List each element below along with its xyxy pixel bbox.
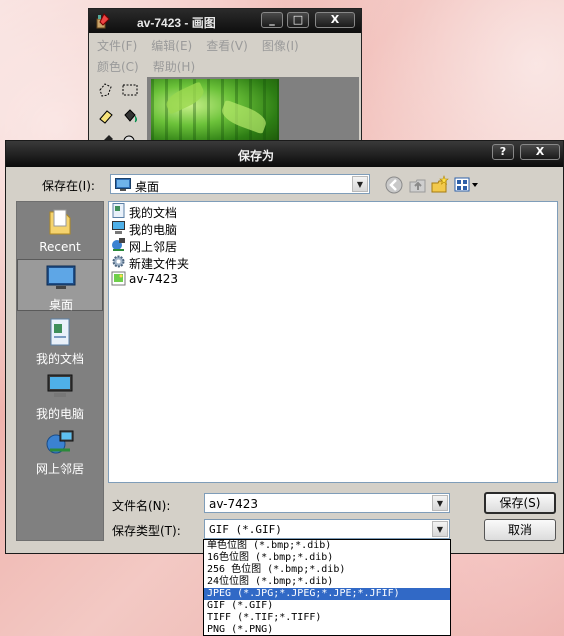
fill-bucket-icon[interactable]	[121, 107, 139, 125]
menu-view[interactable]: 查看(V)	[206, 37, 248, 54]
view-menu-icon[interactable]	[454, 175, 480, 195]
image-file-icon	[111, 271, 126, 286]
help-button[interactable]: ?	[492, 144, 514, 160]
free-select-icon[interactable]	[97, 81, 115, 99]
filetype-option-highlighted[interactable]: JPEG (*.JPG;*.JPEG;*.JPE;*.JFIF)	[204, 588, 450, 600]
filetype-select[interactable]: GIF (*.GIF) ▼	[204, 519, 450, 539]
save-in-label: 保存在(I):	[42, 179, 95, 193]
menu-colors[interactable]: 颜色(C)	[97, 58, 139, 75]
file-name: 我的电脑	[129, 223, 178, 237]
save-in-combo[interactable]: 桌面 ▼	[110, 174, 370, 194]
up-folder-icon[interactable]	[408, 175, 428, 195]
filetype-value: GIF (*.GIF)	[209, 523, 282, 536]
dialog-title: 保存为	[237, 149, 274, 163]
place-label: 桌面	[48, 298, 73, 312]
place-network[interactable]: 网上邻居	[17, 424, 103, 476]
filetype-option[interactable]: 24位位图 (*.bmp;*.dib)	[204, 576, 450, 588]
cancel-button[interactable]: 取消	[484, 519, 556, 541]
desktop-icon	[46, 265, 76, 289]
chevron-down-icon[interactable]: ▼	[432, 521, 448, 537]
filetype-option[interactable]: 单色位图 (*.bmp;*.dib)	[204, 540, 450, 552]
recent-folder-icon	[49, 209, 71, 235]
filetype-option[interactable]: TIFF (*.TIF;*.TIFF)	[204, 612, 450, 624]
new-folder-icon[interactable]	[430, 175, 450, 195]
filetype-option[interactable]: GIF (*.GIF)	[204, 600, 450, 612]
canvas-leaf-shape	[163, 81, 207, 115]
dialog-title-bar[interactable]: 保存为 ? X	[6, 141, 563, 167]
filetype-option[interactable]: 256 色位图 (*.bmp;*.dib)	[204, 564, 450, 576]
paint-window-title: av-7423 - 画图	[137, 16, 216, 30]
menu-file[interactable]: 文件(F)	[97, 37, 137, 54]
menu-help[interactable]: 帮助(H)	[153, 58, 195, 75]
close-button[interactable]: X	[315, 12, 355, 28]
paint-menu-bar: 文件(F) 编辑(E) 查看(V) 图像(I) 颜色(C) 帮助(H)	[97, 37, 357, 79]
menu-edit[interactable]: 编辑(E)	[151, 37, 192, 54]
filename-label: 文件名(N):	[112, 499, 171, 513]
desktop-icon	[115, 178, 131, 191]
places-bar: Recent 桌面 我的文档 我的电脑 网上邻居	[16, 201, 104, 541]
save-in-value: 桌面	[135, 180, 160, 194]
paint-canvas-area[interactable]	[147, 77, 359, 147]
rect-select-icon[interactable]	[121, 81, 139, 99]
canvas-image[interactable]	[151, 79, 279, 145]
paint-window: av-7423 - 画图 _ □ X 文件(F) 编辑(E) 查看(V) 图像(I) 颜…	[88, 8, 362, 148]
filetype-dropdown-list[interactable]: 单色位图 (*.bmp;*.dib) 16色位图 (*.bmp;*.dib) 2…	[203, 539, 451, 636]
filetype-option[interactable]: PNG (*.PNG)	[204, 624, 450, 636]
paint-title-bar[interactable]: av-7423 - 画图 _ □ X	[89, 9, 361, 33]
chevron-down-icon[interactable]: ▼	[352, 176, 368, 192]
documents-icon	[112, 203, 125, 218]
gear-folder-icon	[112, 255, 125, 268]
file-name: 我的文档	[129, 206, 178, 220]
paint-app-icon	[96, 13, 110, 29]
place-documents[interactable]: 我的文档	[17, 314, 103, 366]
documents-icon	[50, 318, 70, 346]
place-label: Recent	[39, 240, 81, 254]
save-button[interactable]: 保存(S)	[484, 492, 556, 514]
back-icon[interactable]	[384, 175, 404, 195]
place-label: 网上邻居	[35, 462, 84, 476]
filename-value: av-7423	[209, 497, 259, 511]
chevron-down-icon[interactable]: ▼	[432, 495, 448, 511]
filetype-option[interactable]: 16色位图 (*.bmp;*.dib)	[204, 552, 450, 564]
maximize-button[interactable]: □	[287, 12, 309, 28]
place-computer[interactable]: 我的电脑	[17, 369, 103, 421]
eraser-icon[interactable]	[97, 107, 115, 125]
place-desktop[interactable]: 桌面	[17, 259, 103, 312]
network-icon	[46, 430, 74, 454]
file-list[interactable]: 我的文档 我的电脑 网上邻居 新建文件夹 av-7423	[108, 201, 558, 483]
file-name: 新建文件夹	[129, 257, 190, 271]
place-label: 我的电脑	[35, 407, 84, 421]
place-recent[interactable]: Recent	[17, 204, 103, 256]
filename-input[interactable]: av-7423 ▼	[204, 493, 450, 513]
canvas-leaf-shape	[218, 99, 270, 135]
file-name: 网上邻居	[129, 240, 178, 254]
place-label: 我的文档	[35, 352, 84, 366]
computer-icon	[47, 374, 73, 397]
save-as-dialog: 保存为 ? X 保存在(I): 桌面 ▼ Recent 桌面 我的文档 我的电脑…	[5, 140, 564, 554]
dialog-close-button[interactable]: X	[520, 144, 560, 160]
network-icon	[112, 238, 125, 251]
file-name: av-7423	[129, 272, 179, 286]
minimize-button[interactable]: _	[261, 12, 283, 28]
computer-icon	[112, 221, 125, 234]
menu-image[interactable]: 图像(I)	[262, 37, 299, 54]
filetype-label: 保存类型(T):	[112, 524, 181, 538]
